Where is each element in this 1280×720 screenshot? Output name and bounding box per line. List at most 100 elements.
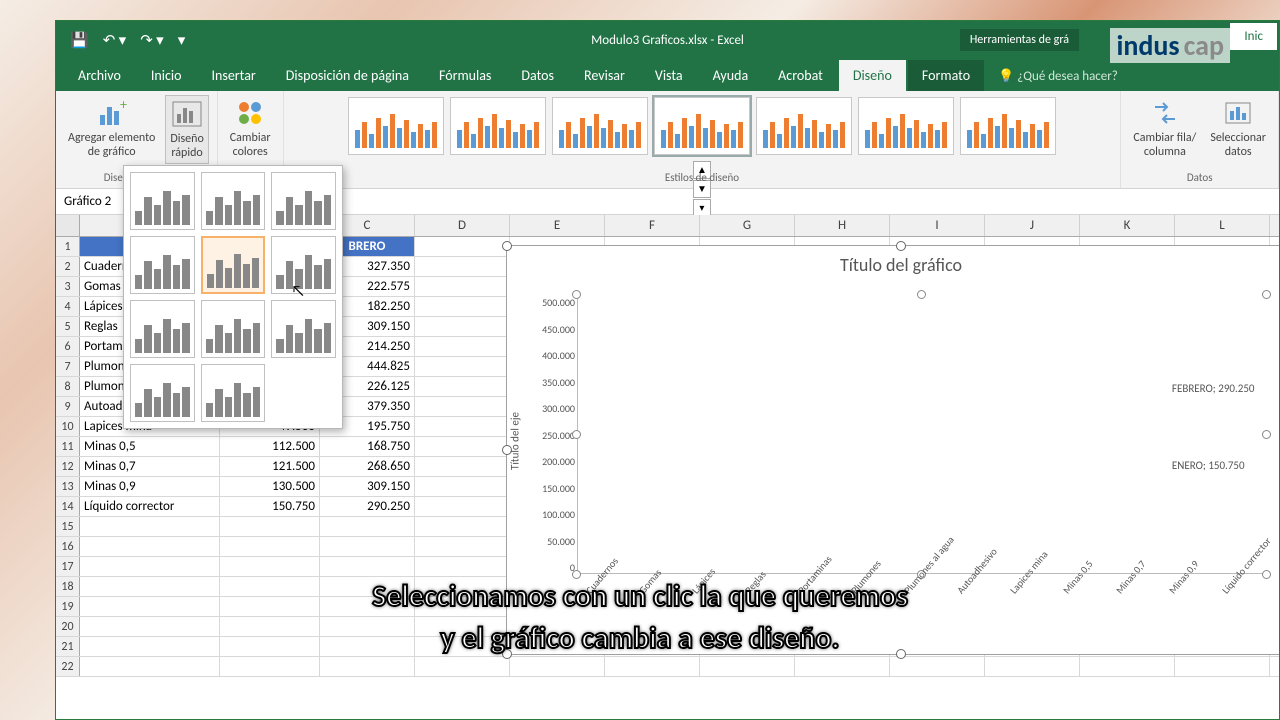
chart-title[interactable]: Título del gráfico [507, 246, 1279, 282]
row-header-14[interactable]: 14 [56, 497, 80, 516]
column-header-D[interactable]: D [415, 215, 510, 236]
tab-inicio[interactable]: Inicio [137, 60, 196, 91]
cell[interactable] [415, 477, 510, 496]
row-header-17[interactable]: 17 [56, 557, 80, 576]
row-header-9[interactable]: 9 [56, 397, 80, 416]
y-axis-label[interactable]: Título del eje [509, 412, 522, 470]
column-header-G[interactable]: G [700, 215, 795, 236]
tab-formato[interactable]: Formato [908, 60, 984, 91]
data-label-callout[interactable]: FEBRERO; 290.250 [1169, 381, 1258, 396]
cell[interactable]: 130.500 [220, 477, 320, 496]
select-all-corner[interactable] [56, 215, 80, 236]
cell[interactable] [415, 257, 510, 276]
quick-layout-option-7[interactable] [130, 300, 195, 358]
data-label-callout[interactable]: ENERO; 150.750 [1169, 458, 1248, 473]
row-header-2[interactable]: 2 [56, 257, 80, 276]
tab-revisar[interactable]: Revisar [570, 60, 639, 91]
tab-formulas[interactable]: Fórmulas [425, 60, 505, 91]
quick-layout-option-8[interactable] [201, 300, 266, 358]
cell[interactable]: 268.650 [320, 457, 415, 476]
chart-style-option-2[interactable] [450, 97, 546, 155]
tab-archivo[interactable]: Archivo [64, 60, 135, 91]
quick-layout-button[interactable]: Diseño rápido [165, 95, 208, 164]
cell[interactable]: 150.750 [220, 497, 320, 516]
tab-ayuda[interactable]: Ayuda [699, 60, 763, 91]
cell[interactable] [415, 237, 510, 256]
quick-layout-option-10[interactable] [130, 364, 195, 422]
cell[interactable]: Minas 0,5 [80, 437, 220, 456]
column-header-E[interactable]: E [510, 215, 605, 236]
cell[interactable] [415, 377, 510, 396]
tab-datos[interactable]: Datos [507, 60, 568, 91]
change-colors-button[interactable]: Cambiar colores [226, 95, 275, 162]
redo-icon[interactable]: ↷ ▾ [140, 31, 164, 50]
cell[interactable]: 168.750 [320, 437, 415, 456]
sign-in-button[interactable]: Inic [1230, 23, 1277, 50]
row-header-7[interactable]: 7 [56, 357, 80, 376]
cell[interactable] [320, 537, 415, 556]
quick-layout-option-5[interactable] [201, 236, 266, 294]
tab-disposicion[interactable]: Disposición de página [272, 60, 423, 91]
chart-style-option-5[interactable] [756, 97, 852, 155]
cell[interactable] [80, 537, 220, 556]
row-header-1[interactable]: 1 [56, 237, 80, 256]
cell[interactable] [415, 557, 510, 576]
qat-customize-icon[interactable]: ▾ [178, 31, 186, 50]
cell[interactable] [80, 517, 220, 536]
cell[interactable] [415, 357, 510, 376]
cell[interactable] [415, 497, 510, 516]
tab-insertar[interactable]: Insertar [197, 60, 269, 91]
cell[interactable] [220, 557, 320, 576]
row-header-12[interactable]: 12 [56, 457, 80, 476]
row-header-5[interactable]: 5 [56, 317, 80, 336]
cell[interactable] [320, 557, 415, 576]
column-header-F[interactable]: F [605, 215, 700, 236]
select-data-button[interactable]: Seleccionar datos [1206, 95, 1270, 162]
cell[interactable]: 290.250 [320, 497, 415, 516]
cell[interactable]: Minas 0,7 [80, 457, 220, 476]
row-header-6[interactable]: 6 [56, 337, 80, 356]
chart-style-option-1[interactable] [348, 97, 444, 155]
cell[interactable] [415, 437, 510, 456]
cell[interactable] [80, 557, 220, 576]
quick-layout-option-3[interactable] [271, 172, 336, 230]
chart-style-option-3[interactable] [552, 97, 648, 155]
cell[interactable] [415, 317, 510, 336]
row-header-10[interactable]: 10 [56, 417, 80, 436]
plot-area[interactable] [577, 296, 1265, 574]
cell[interactable]: Minas 0,9 [80, 477, 220, 496]
save-icon[interactable]: 💾 [70, 31, 89, 50]
chart-style-option-7[interactable] [960, 97, 1056, 155]
row-header-8[interactable]: 8 [56, 377, 80, 396]
column-header-K[interactable]: K [1080, 215, 1175, 236]
tab-acrobat[interactable]: Acrobat [764, 60, 837, 91]
cell[interactable] [415, 417, 510, 436]
row-header-4[interactable]: 4 [56, 297, 80, 316]
cell[interactable]: Líquido corrector [80, 497, 220, 516]
tab-diseno[interactable]: Diseño [839, 60, 906, 91]
column-header-L[interactable]: L [1175, 215, 1270, 236]
cell[interactable] [220, 517, 320, 536]
row-header-11[interactable]: 11 [56, 437, 80, 456]
add-chart-element-button[interactable]: + Agregar elemento de gráfico [64, 95, 159, 164]
cell[interactable]: 121.500 [220, 457, 320, 476]
cell[interactable] [415, 337, 510, 356]
quick-layout-option-1[interactable] [130, 172, 195, 230]
row-header-3[interactable]: 3 [56, 277, 80, 296]
column-header-H[interactable]: H [795, 215, 890, 236]
tab-vista[interactable]: Vista [641, 60, 697, 91]
chart-style-option-6[interactable] [858, 97, 954, 155]
cell[interactable] [320, 517, 415, 536]
cell[interactable] [415, 537, 510, 556]
cell[interactable] [415, 277, 510, 296]
tell-me-search[interactable]: 💡 ¿Qué desea hacer? [986, 62, 1130, 91]
row-header-16[interactable]: 16 [56, 537, 80, 556]
cell[interactable] [415, 397, 510, 416]
chart-style-option-4[interactable] [654, 97, 750, 155]
column-header-I[interactable]: I [890, 215, 985, 236]
quick-layout-option-2[interactable] [201, 172, 266, 230]
undo-icon[interactable]: ↶ ▾ [103, 31, 127, 50]
switch-row-column-button[interactable]: Cambiar fila/ columna [1129, 95, 1200, 162]
cell[interactable]: 309.150 [320, 477, 415, 496]
column-header-J[interactable]: J [985, 215, 1080, 236]
